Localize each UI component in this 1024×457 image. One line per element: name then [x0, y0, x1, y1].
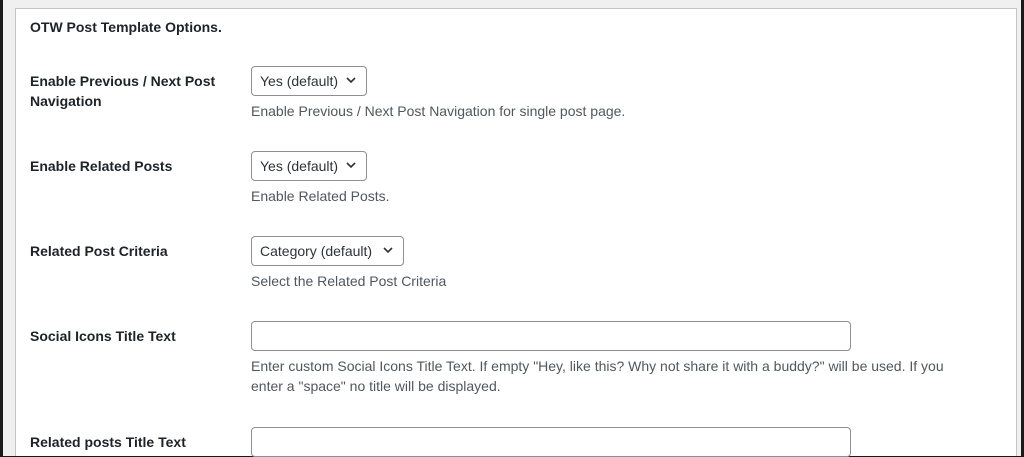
select-value: Yes (default)	[260, 73, 339, 89]
option-label-related-posts-title: Related posts Title Text	[30, 434, 186, 450]
related-post-criteria-select[interactable]: Category (default)	[251, 236, 404, 266]
select-value: Category (default)	[260, 243, 373, 259]
option-description-related-posts: Enable Related Posts.	[251, 188, 390, 204]
option-label-related-posts: Enable Related Posts	[30, 158, 173, 174]
chevron-down-icon	[346, 162, 356, 169]
panel-title: OTW Post Template Options.	[30, 19, 222, 35]
option-description-related-post-criteria: Select the Related Post Criteria	[251, 273, 447, 289]
option-description-social-icons-title-line2: enter a "space" no title will be display…	[251, 378, 501, 394]
prev-next-navigation-select[interactable]: Yes (default)	[251, 66, 367, 96]
option-label-social-icons-title: Social Icons Title Text	[30, 328, 176, 344]
option-description-social-icons-title-line1: Enter custom Social Icons Title Text. If…	[251, 358, 944, 374]
option-description-prev-next-navigation: Enable Previous / Next Post Navigation f…	[251, 103, 626, 119]
window-frame	[3, 0, 1021, 456]
social-icons-title-input[interactable]	[251, 321, 851, 351]
chevron-down-icon	[346, 77, 356, 84]
chevron-down-icon	[383, 247, 393, 254]
option-label-related-post-criteria: Related Post Criteria	[30, 243, 168, 259]
select-value: Yes (default)	[260, 158, 339, 174]
related-posts-title-input[interactable]	[251, 427, 851, 457]
option-label-prev-next-navigation: Enable Previous / Next Post Navigation	[30, 73, 216, 109]
related-posts-select[interactable]: Yes (default)	[251, 151, 367, 181]
